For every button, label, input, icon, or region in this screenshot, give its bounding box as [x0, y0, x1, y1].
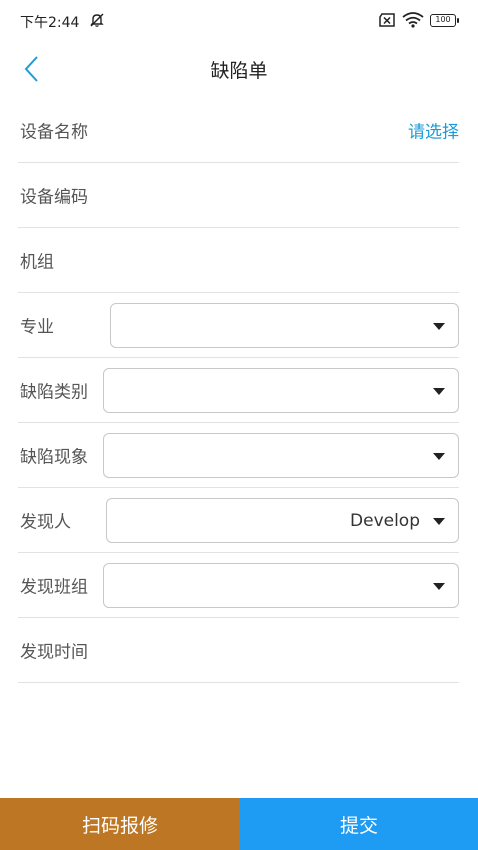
status-icons: 100	[378, 12, 459, 28]
caret-down-icon	[433, 388, 445, 395]
row-discovery-team: 发现班组	[18, 553, 459, 618]
defect-phenomenon-dropdown[interactable]	[103, 433, 459, 478]
specialty-label: 专业	[20, 317, 54, 338]
defect-phenomenon-label: 缺陷现象	[20, 447, 88, 468]
caret-down-icon	[433, 583, 445, 590]
row-discoverer: 发现人 Develop	[18, 488, 459, 553]
caret-down-icon	[433, 323, 445, 330]
device-code-label: 设备编码	[20, 187, 88, 208]
discoverer-dropdown[interactable]: Develop	[106, 498, 459, 543]
select-device-link[interactable]: 请选择	[408, 118, 459, 143]
caret-down-icon	[433, 518, 445, 525]
scan-repair-button[interactable]: 扫码报修	[0, 798, 240, 850]
row-specialty: 专业	[18, 293, 459, 358]
mute-bell-icon	[90, 13, 104, 27]
discoverer-value: Develop	[350, 510, 420, 531]
row-device-code: 设备编码	[18, 163, 459, 228]
defect-category-dropdown[interactable]	[103, 368, 459, 413]
row-defect-category: 缺陷类别	[18, 358, 459, 423]
defect-category-label: 缺陷类别	[20, 382, 88, 403]
row-discovery-time[interactable]: 发现时间	[18, 618, 459, 683]
wifi-icon	[402, 12, 424, 28]
row-defect-phenomenon: 缺陷现象	[18, 423, 459, 488]
caret-down-icon	[433, 453, 445, 460]
status-bar: 下午2:44 100	[0, 0, 478, 40]
status-time: 下午2:44	[20, 15, 80, 31]
specialty-dropdown[interactable]	[110, 303, 459, 348]
defect-form: 设备名称 请选择 设备编码 机组 专业 缺陷类别 缺陷现象 发现人 Develo…	[0, 98, 478, 798]
discovery-team-dropdown[interactable]	[103, 563, 459, 608]
sim-off-icon	[379, 13, 395, 27]
row-unit: 机组	[18, 228, 459, 293]
unit-label: 机组	[20, 252, 54, 273]
battery-icon: 100	[430, 13, 459, 27]
discovery-team-label: 发现班组	[20, 577, 88, 598]
submit-button[interactable]: 提交	[240, 798, 478, 850]
bottom-action-bar: 扫码报修 提交	[0, 798, 478, 850]
nav-bar: 缺陷单	[0, 40, 478, 98]
discoverer-label: 发现人	[20, 512, 71, 533]
page-title: 缺陷单	[210, 60, 268, 82]
device-name-label: 设备名称	[20, 122, 88, 143]
row-device-name: 设备名称 请选择	[18, 98, 459, 163]
discovery-time-label: 发现时间	[20, 642, 88, 663]
